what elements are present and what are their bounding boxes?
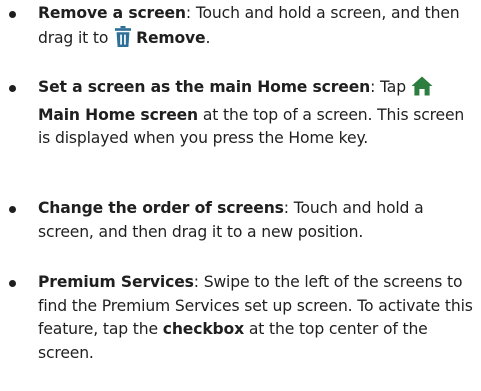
- bullet: [9, 11, 16, 18]
- list-item-text: Remove a screen: Touch and hold a screen…: [38, 2, 476, 54]
- main-home-screen-label: Main Home screen: [38, 105, 199, 124]
- item-end: .: [205, 28, 211, 47]
- trash-icon: [113, 25, 133, 55]
- item-separator: :: [193, 273, 204, 291]
- bullet: [9, 85, 16, 92]
- item-term: Change the order of screens: [38, 199, 284, 217]
- item-separator: :: [370, 78, 380, 96]
- remove-label: Remove: [136, 28, 206, 47]
- item-term: Premium Services: [38, 273, 194, 291]
- list-item-text: Change the order of screens: Touch and h…: [38, 197, 476, 244]
- item-separator: :: [283, 199, 294, 217]
- bullet: [9, 280, 16, 287]
- bullet: [9, 206, 16, 213]
- item-body: Tap: [380, 78, 411, 96]
- list-item-text: Premium Services: Swipe to the left of t…: [38, 271, 476, 365]
- checkbox-label: checkbox: [162, 320, 245, 338]
- instruction-list: Remove a screen: Touch and hold a screen…: [0, 0, 481, 391]
- item-separator: :: [185, 4, 196, 22]
- list-item-text: Set a screen as the main Home screen: Ta…: [38, 76, 476, 151]
- home-icon: [411, 76, 433, 104]
- item-term: Set a screen as the main Home screen: [38, 78, 371, 96]
- item-term: Remove a screen: [38, 4, 186, 22]
